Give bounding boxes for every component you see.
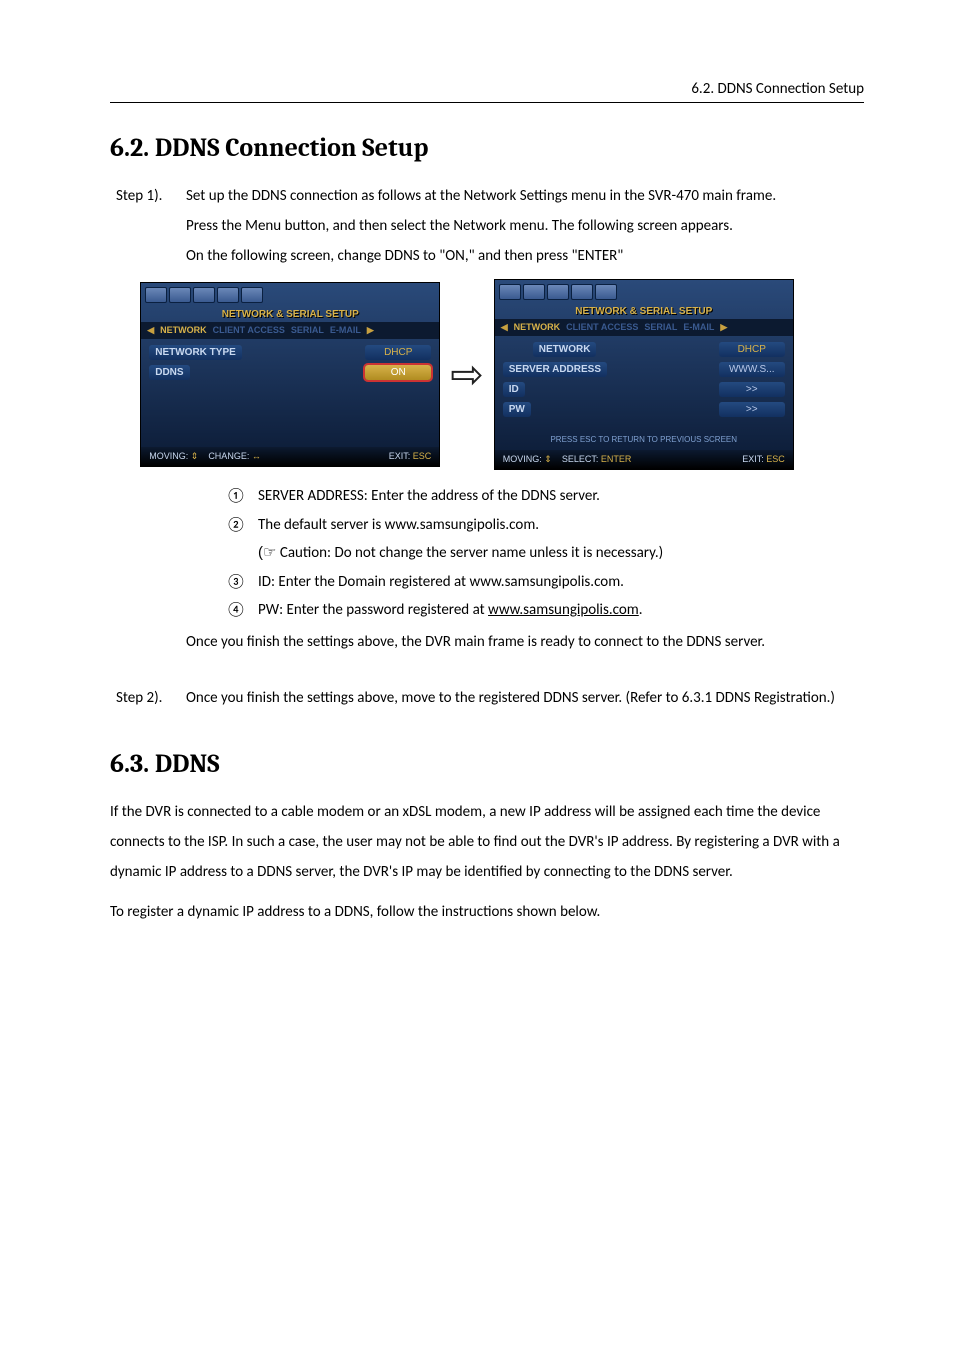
esc-note: PRESS ESC TO RETURN TO PREVIOUS SCREEN <box>503 435 785 444</box>
enum-4-num: ④ <box>226 596 244 625</box>
monitor-icon <box>145 287 167 303</box>
tool-icon <box>595 284 617 300</box>
list-icon <box>169 287 191 303</box>
sec63-p2: To register a dynamic IP address to a DD… <box>110 897 864 927</box>
monitor-icon <box>499 284 521 300</box>
tab-arrow-right-icon: ▶ <box>720 322 727 333</box>
list-icon <box>523 284 545 300</box>
row-pw: PW >> <box>503 402 785 417</box>
lbl-network: NETWORK <box>533 342 597 357</box>
dvr-screen-left: NETWORK & SERIAL SETUP ◀ NETWORK CLIENT … <box>140 282 440 467</box>
foot-exit: EXIT: ESC <box>389 451 432 462</box>
tab-arrow-left-icon: ◀ <box>147 325 154 336</box>
tab-network: NETWORK <box>514 322 561 333</box>
enum-4-text: PW: Enter the password registered at www… <box>258 596 643 625</box>
dvr-tabs: ◀ NETWORK CLIENT ACCESS SERIAL E-MAIL ▶ <box>141 322 439 339</box>
val-server-address: WWW.S... <box>719 362 785 377</box>
row-ddns: DDNS ON <box>149 365 431 380</box>
step-2-label: Step 2). <box>110 683 186 713</box>
tab-network: NETWORK <box>160 325 207 336</box>
enum-1-num: ① <box>226 482 244 511</box>
lbl-ddns: DDNS <box>149 365 189 380</box>
pointer-icon: (☞ <box>258 544 276 561</box>
running-header: 6.2. DDNS Connection Setup <box>110 80 864 103</box>
heading-6-3: 6.3. DDNS <box>110 749 864 779</box>
enum-2-text: The default server is www.samsungipolis.… <box>258 511 539 540</box>
tab-arrow-right-icon: ▶ <box>367 325 374 336</box>
enum-4: ④ PW: Enter the password registered at w… <box>226 596 864 625</box>
tab-email: E-MAIL <box>683 322 714 333</box>
heading-6-2: 6.2. DDNS Connection Setup <box>110 133 864 163</box>
step-1: Step 1). Set up the DDNS connection as f… <box>110 181 864 271</box>
step1-line2: Press the Menu button, and then select t… <box>186 211 864 241</box>
step1-line3: On the following screen, change DDNS to … <box>186 241 864 271</box>
section-6-3: 6.3. DDNS If the DVR is connected to a c… <box>110 749 864 927</box>
foot-change: CHANGE: ↔ <box>208 451 261 462</box>
step-2-text: Once you finish the settings above, move… <box>186 683 864 713</box>
person-icon <box>547 284 569 300</box>
enum-block: ① SERVER ADDRESS: Enter the address of t… <box>110 482 864 667</box>
val-on-circled: ON <box>365 365 431 380</box>
person-icon <box>193 287 215 303</box>
enum-3-text: ID: Enter the Domain registered at www.s… <box>258 568 624 597</box>
enum-list: ① SERVER ADDRESS: Enter the address of t… <box>226 482 864 625</box>
network-icon <box>217 287 239 303</box>
enum-1: ① SERVER ADDRESS: Enter the address of t… <box>226 482 864 511</box>
after-list-para: Once you finish the settings above, the … <box>186 627 864 657</box>
lbl-id: ID <box>503 382 525 397</box>
dvr-icon-row <box>141 283 439 307</box>
tab-email: E-MAIL <box>330 325 361 336</box>
enum-3: ③ ID: Enter the Domain registered at www… <box>226 568 864 597</box>
val-dhcp: DHCP <box>365 345 431 360</box>
row-id: ID >> <box>503 382 785 397</box>
enum-caution: (☞ Caution: Do not change the server nam… <box>258 539 864 568</box>
row-network-type: NETWORK TYPE DHCP <box>149 345 431 360</box>
dvr-tabs: ◀ NETWORK CLIENT ACCESS SERIAL E-MAIL ▶ <box>495 319 793 336</box>
dvr-title: NETWORK & SERIAL SETUP <box>141 307 439 322</box>
row-server-address: SERVER ADDRESS WWW.S... <box>503 362 785 377</box>
step1-line1: Set up the DDNS connection as follows at… <box>186 181 864 211</box>
step-2: Step 2). Once you finish the settings ab… <box>110 683 864 713</box>
tab-client-access: CLIENT ACCESS <box>566 322 638 333</box>
figure-row: NETWORK & SERIAL SETUP ◀ NETWORK CLIENT … <box>70 279 864 470</box>
val-id: >> <box>719 382 785 397</box>
arrow-right-icon: ⇨ <box>450 350 484 399</box>
foot-select: SELECT: ENTER <box>562 454 632 465</box>
val-dhcp: DHCP <box>719 342 785 357</box>
tab-client-access: CLIENT ACCESS <box>213 325 285 336</box>
link-samsungipolis: www.samsungipolis.com <box>488 601 639 619</box>
enum-3-num: ③ <box>226 568 244 597</box>
dvr-title: NETWORK & SERIAL SETUP <box>495 304 793 319</box>
document-page: 6.2. DDNS Connection Setup 6.2. DDNS Con… <box>0 0 954 1350</box>
dvr-footer: MOVING: ⇕ SELECT: ENTER EXIT: ESC <box>495 450 793 469</box>
tab-serial: SERIAL <box>644 322 677 333</box>
val-pw: >> <box>719 402 785 417</box>
foot-moving: MOVING: ⇕ <box>503 454 552 465</box>
dvr-screen-right: NETWORK & SERIAL SETUP ◀ NETWORK CLIENT … <box>494 279 794 470</box>
tool-icon <box>241 287 263 303</box>
foot-moving: MOVING: ⇕ <box>149 451 198 462</box>
lbl-server-address: SERVER ADDRESS <box>503 362 607 377</box>
dvr-footer: MOVING: ⇕ CHANGE: ↔ EXIT: ESC <box>141 447 439 466</box>
enum-1-text: SERVER ADDRESS: Enter the address of the… <box>258 482 600 511</box>
lbl-network-type: NETWORK TYPE <box>149 345 242 360</box>
tab-arrow-left-icon: ◀ <box>501 322 508 333</box>
dvr-icon-row <box>495 280 793 304</box>
step-1-body: Set up the DDNS connection as follows at… <box>186 181 864 271</box>
step-1-label: Step 1). <box>110 181 186 271</box>
enum-2: ② The default server is www.samsungipoli… <box>226 511 864 540</box>
network-icon <box>571 284 593 300</box>
enum-2-num: ② <box>226 511 244 540</box>
tab-serial: SERIAL <box>291 325 324 336</box>
foot-exit: EXIT: ESC <box>742 454 785 465</box>
row-network: NETWORK DHCP <box>503 342 785 357</box>
sec63-p1: If the DVR is connected to a cable modem… <box>110 797 864 887</box>
lbl-pw: PW <box>503 402 531 417</box>
dvr-body: NETWORK TYPE DHCP DDNS ON <box>141 339 439 447</box>
dvr-body: NETWORK DHCP SERVER ADDRESS WWW.S... ID … <box>495 336 793 450</box>
